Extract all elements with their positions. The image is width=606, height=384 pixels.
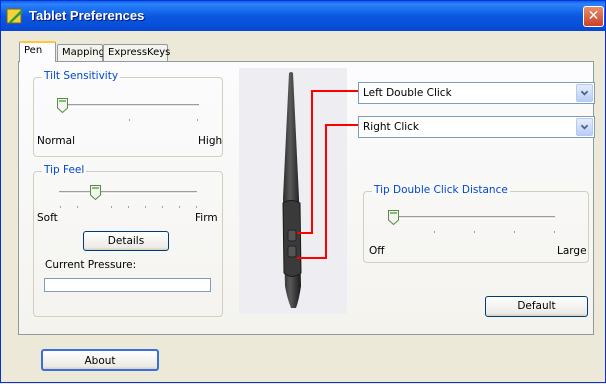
- upper-side-switch-select[interactable]: Left Double Click: [358, 82, 595, 104]
- upper-switch-callout: [297, 90, 358, 234]
- slider-tick: [514, 231, 515, 233]
- lower-side-switch-select[interactable]: Right Click: [358, 116, 595, 138]
- default-button[interactable]: Default: [485, 296, 588, 317]
- tip-double-click-distance-group: Tip Double Click Distance: [363, 184, 589, 263]
- slider-tick: [554, 231, 555, 233]
- double-click-distance-slider-track[interactable]: [391, 216, 555, 219]
- select-value: Right Click: [363, 121, 420, 133]
- tablet-preferences-window: Tablet Preferences ✕ Pen Mapping Express…: [0, 0, 606, 383]
- group-title: Tip Double Click Distance: [372, 184, 510, 196]
- chevron-down-icon[interactable]: [576, 118, 593, 136]
- distance-min-label: Off: [369, 245, 385, 257]
- lower-switch-callout: [297, 124, 358, 259]
- about-button[interactable]: About: [41, 349, 159, 371]
- chevron-down-icon[interactable]: [576, 84, 593, 102]
- double-click-distance-slider-thumb[interactable]: [388, 210, 399, 225]
- slider-tick: [474, 231, 475, 233]
- tab-pen[interactable]: Pen: [19, 41, 56, 62]
- slider-tick: [434, 231, 435, 233]
- tab-label: Pen: [24, 45, 43, 56]
- select-value: Left Double Click: [363, 87, 452, 99]
- distance-max-label: Large: [557, 245, 587, 257]
